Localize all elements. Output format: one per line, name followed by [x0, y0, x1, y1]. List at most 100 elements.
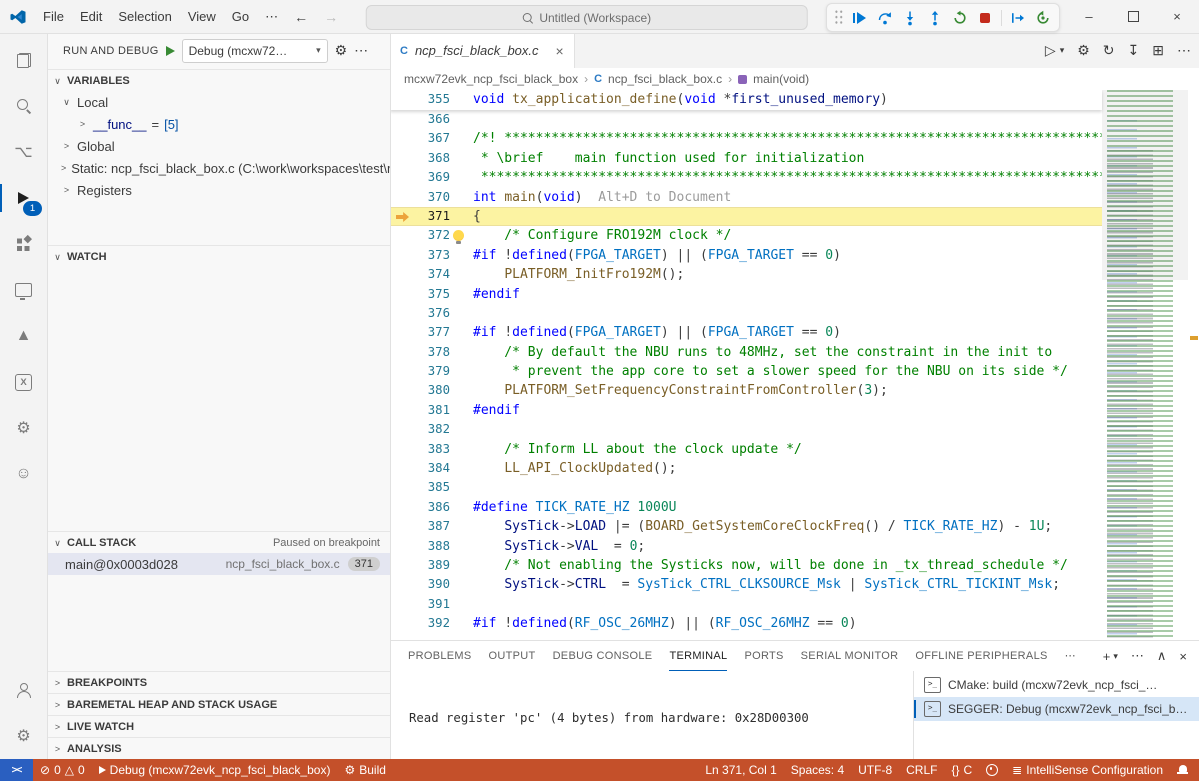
analysis-section-header[interactable]: > ANALYSIS	[47, 737, 390, 759]
live-watch-section-header[interactable]: > LIVE WATCH	[47, 715, 390, 738]
close-tab-icon[interactable]: ×	[556, 43, 564, 59]
code-line[interactable]: 390 SysTick->CTRL = SysTick_CTRL_CLKSOUR…	[390, 575, 1102, 594]
breakpoints-section-header[interactable]: > BREAKPOINTS	[47, 671, 390, 694]
menu-overflow-icon[interactable]: ⋯	[257, 6, 286, 28]
editor-more-actions-icon[interactable]: ⋯	[1177, 42, 1191, 59]
cursor-position-status[interactable]: Ln 371, Col 1	[698, 759, 783, 781]
code-line[interactable]: 381#endif	[390, 401, 1102, 420]
sidebar-more-actions-icon[interactable]: ⋯	[354, 42, 368, 59]
line-number[interactable]: 368	[390, 149, 471, 168]
encoding-status[interactable]: UTF-8	[851, 759, 899, 781]
minimize-button[interactable]: –	[1067, 0, 1111, 33]
breadcrumb-symbol[interactable]: main(void)	[753, 72, 809, 86]
line-number[interactable]: 388	[390, 537, 471, 556]
accounts-button[interactable]	[0, 667, 47, 713]
menu-go[interactable]: Go	[224, 6, 257, 27]
step-over-button[interactable]	[873, 7, 897, 29]
line-number[interactable]: 375	[390, 285, 471, 304]
stop-button[interactable]	[973, 7, 997, 29]
menu-file[interactable]: File	[35, 6, 72, 27]
code-line[interactable]: 383 /* Inform LL about the clock update …	[390, 440, 1102, 459]
line-number[interactable]: 377	[390, 323, 471, 342]
code-editor[interactable]: 355void tx_application_define(void *firs…	[390, 90, 1199, 640]
code-line[interactable]: 373#if !defined(FPGA_TARGET) || (FPGA_TA…	[390, 246, 1102, 265]
line-number[interactable]: 385	[390, 478, 471, 497]
heap-stack-section-header[interactable]: > BAREMETAL HEAP AND STACK USAGE	[47, 693, 390, 716]
code-line[interactable]: 382	[390, 420, 1102, 439]
tab-ncp-fsci-black-box[interactable]: C ncp_fsci_black_box.c ×	[390, 33, 575, 68]
line-number[interactable]: 378	[390, 343, 471, 362]
code-line[interactable]: 372 /* Configure FRO192M clock */	[390, 226, 1102, 245]
code-line[interactable]: 379 * prevent the app core to set a slow…	[390, 362, 1102, 381]
problems-status[interactable]: ⊘ 0 △ 0	[33, 759, 92, 781]
minimap[interactable]	[1102, 90, 1188, 640]
tab-serial-monitor[interactable]: SERIAL MONITOR	[801, 641, 899, 671]
code-line[interactable]: 368 * \brief main function used for init…	[390, 149, 1102, 168]
close-panel-icon[interactable]: ×	[1179, 649, 1187, 664]
sidebar-item-feedback[interactable]: ☺	[0, 451, 47, 497]
code-line[interactable]: 366	[390, 110, 1102, 129]
restart-button[interactable]	[948, 7, 972, 29]
code-line[interactable]: 378 /* By default the NBU runs to 48MHz,…	[390, 343, 1102, 362]
reset-device-button[interactable]	[1031, 7, 1055, 29]
code-line[interactable]: 387 SysTick->LOAD |= (BOARD_GetSystemCor…	[390, 517, 1102, 536]
line-number[interactable]: 391	[390, 595, 471, 614]
close-window-button[interactable]: ×	[1155, 0, 1199, 33]
variables-registers-row[interactable]: > Registers	[47, 179, 390, 201]
download-icon[interactable]: ↧	[1128, 42, 1140, 59]
line-number[interactable]: 381	[390, 401, 471, 420]
maximize-button[interactable]	[1111, 0, 1155, 33]
new-terminal-icon[interactable]: +	[1103, 649, 1111, 664]
step-into-button[interactable]	[898, 7, 922, 29]
code-line[interactable]: 385	[390, 478, 1102, 497]
line-number[interactable]: 366	[390, 110, 471, 129]
variables-func-row[interactable]: > __func__ = [5]	[47, 113, 390, 135]
panel-more-actions-icon[interactable]: ⋯	[1131, 648, 1144, 664]
line-number[interactable]: 392	[390, 614, 471, 633]
language-mode-status[interactable]: {} C	[944, 759, 979, 781]
sidebar-item-search[interactable]	[0, 83, 47, 129]
code-line[interactable]: 386#define TICK_RATE_HZ 1000U	[390, 498, 1102, 517]
line-number[interactable]: 379	[390, 362, 471, 381]
code-line[interactable]: 376	[390, 304, 1102, 323]
line-number[interactable]: 390	[390, 575, 471, 594]
code-line[interactable]: 388 SysTick->VAL = 0;	[390, 537, 1102, 556]
variables-section-header[interactable]: ∨ VARIABLES	[47, 69, 390, 92]
sidebar-item-peripherals[interactable]: ⚙	[0, 405, 47, 451]
overview-ruler-scrollbar[interactable]	[1188, 90, 1199, 640]
sidebar-item-source-control[interactable]: ⌥	[0, 129, 47, 175]
call-stack-section-header[interactable]: ∨ CALL STACK Paused on breakpoint	[47, 531, 390, 554]
line-number[interactable]: 376	[390, 304, 471, 323]
refresh-icon[interactable]: ↻	[1103, 42, 1115, 59]
line-number[interactable]: 369	[390, 168, 471, 187]
watch-section-header[interactable]: ∨ WATCH	[47, 245, 390, 268]
call-stack-frame-row[interactable]: main@0x0003d028 ncp_fsci_black_box.c 371	[47, 553, 390, 575]
code-line[interactable]: 374 PLATFORM_InitFro192M();	[390, 265, 1102, 284]
menu-view[interactable]: View	[180, 6, 224, 27]
line-number[interactable]: 367	[390, 129, 471, 148]
remote-indicator[interactable]: ><	[0, 759, 33, 781]
code-line[interactable]: 384 LL_API_ClockUpdated();	[390, 459, 1102, 478]
menu-edit[interactable]: Edit	[72, 6, 110, 27]
code-line[interactable]: 391	[390, 595, 1102, 614]
eol-status[interactable]: CRLF	[899, 759, 944, 781]
code-line[interactable]: 392#if !defined(RF_OSC_26MHZ) || (RF_OSC…	[390, 614, 1102, 633]
code-line[interactable]: 380 PLATFORM_SetFrequencyConstraintFromC…	[390, 381, 1102, 400]
step-out-button[interactable]	[923, 7, 947, 29]
sidebar-item-mcuxpresso[interactable]	[0, 359, 47, 405]
debug-target-status[interactable]: Debug (mcxw72evk_ncp_fsci_black_box)	[92, 759, 338, 781]
editor-settings-gear-icon[interactable]: ⚙	[1077, 42, 1090, 59]
line-number[interactable]: 387	[390, 517, 471, 536]
run-to-cursor-button[interactable]	[1006, 7, 1030, 29]
line-number[interactable]: 383	[390, 440, 471, 459]
code-line[interactable]: 369 ************************************…	[390, 168, 1102, 187]
line-number[interactable]: 374	[390, 265, 471, 284]
line-number[interactable]: 384	[390, 459, 471, 478]
breadcrumb-file[interactable]: ncp_fsci_black_box.c	[608, 72, 722, 86]
start-debug-icon[interactable]	[166, 46, 175, 56]
manage-button[interactable]: ⚙	[0, 713, 47, 759]
debug-settings-gear-icon[interactable]: ⚙	[335, 42, 348, 59]
forward-icon[interactable]: →	[316, 7, 346, 27]
line-number[interactable]: 380	[390, 381, 471, 400]
tab-ports[interactable]: PORTS	[744, 641, 783, 671]
